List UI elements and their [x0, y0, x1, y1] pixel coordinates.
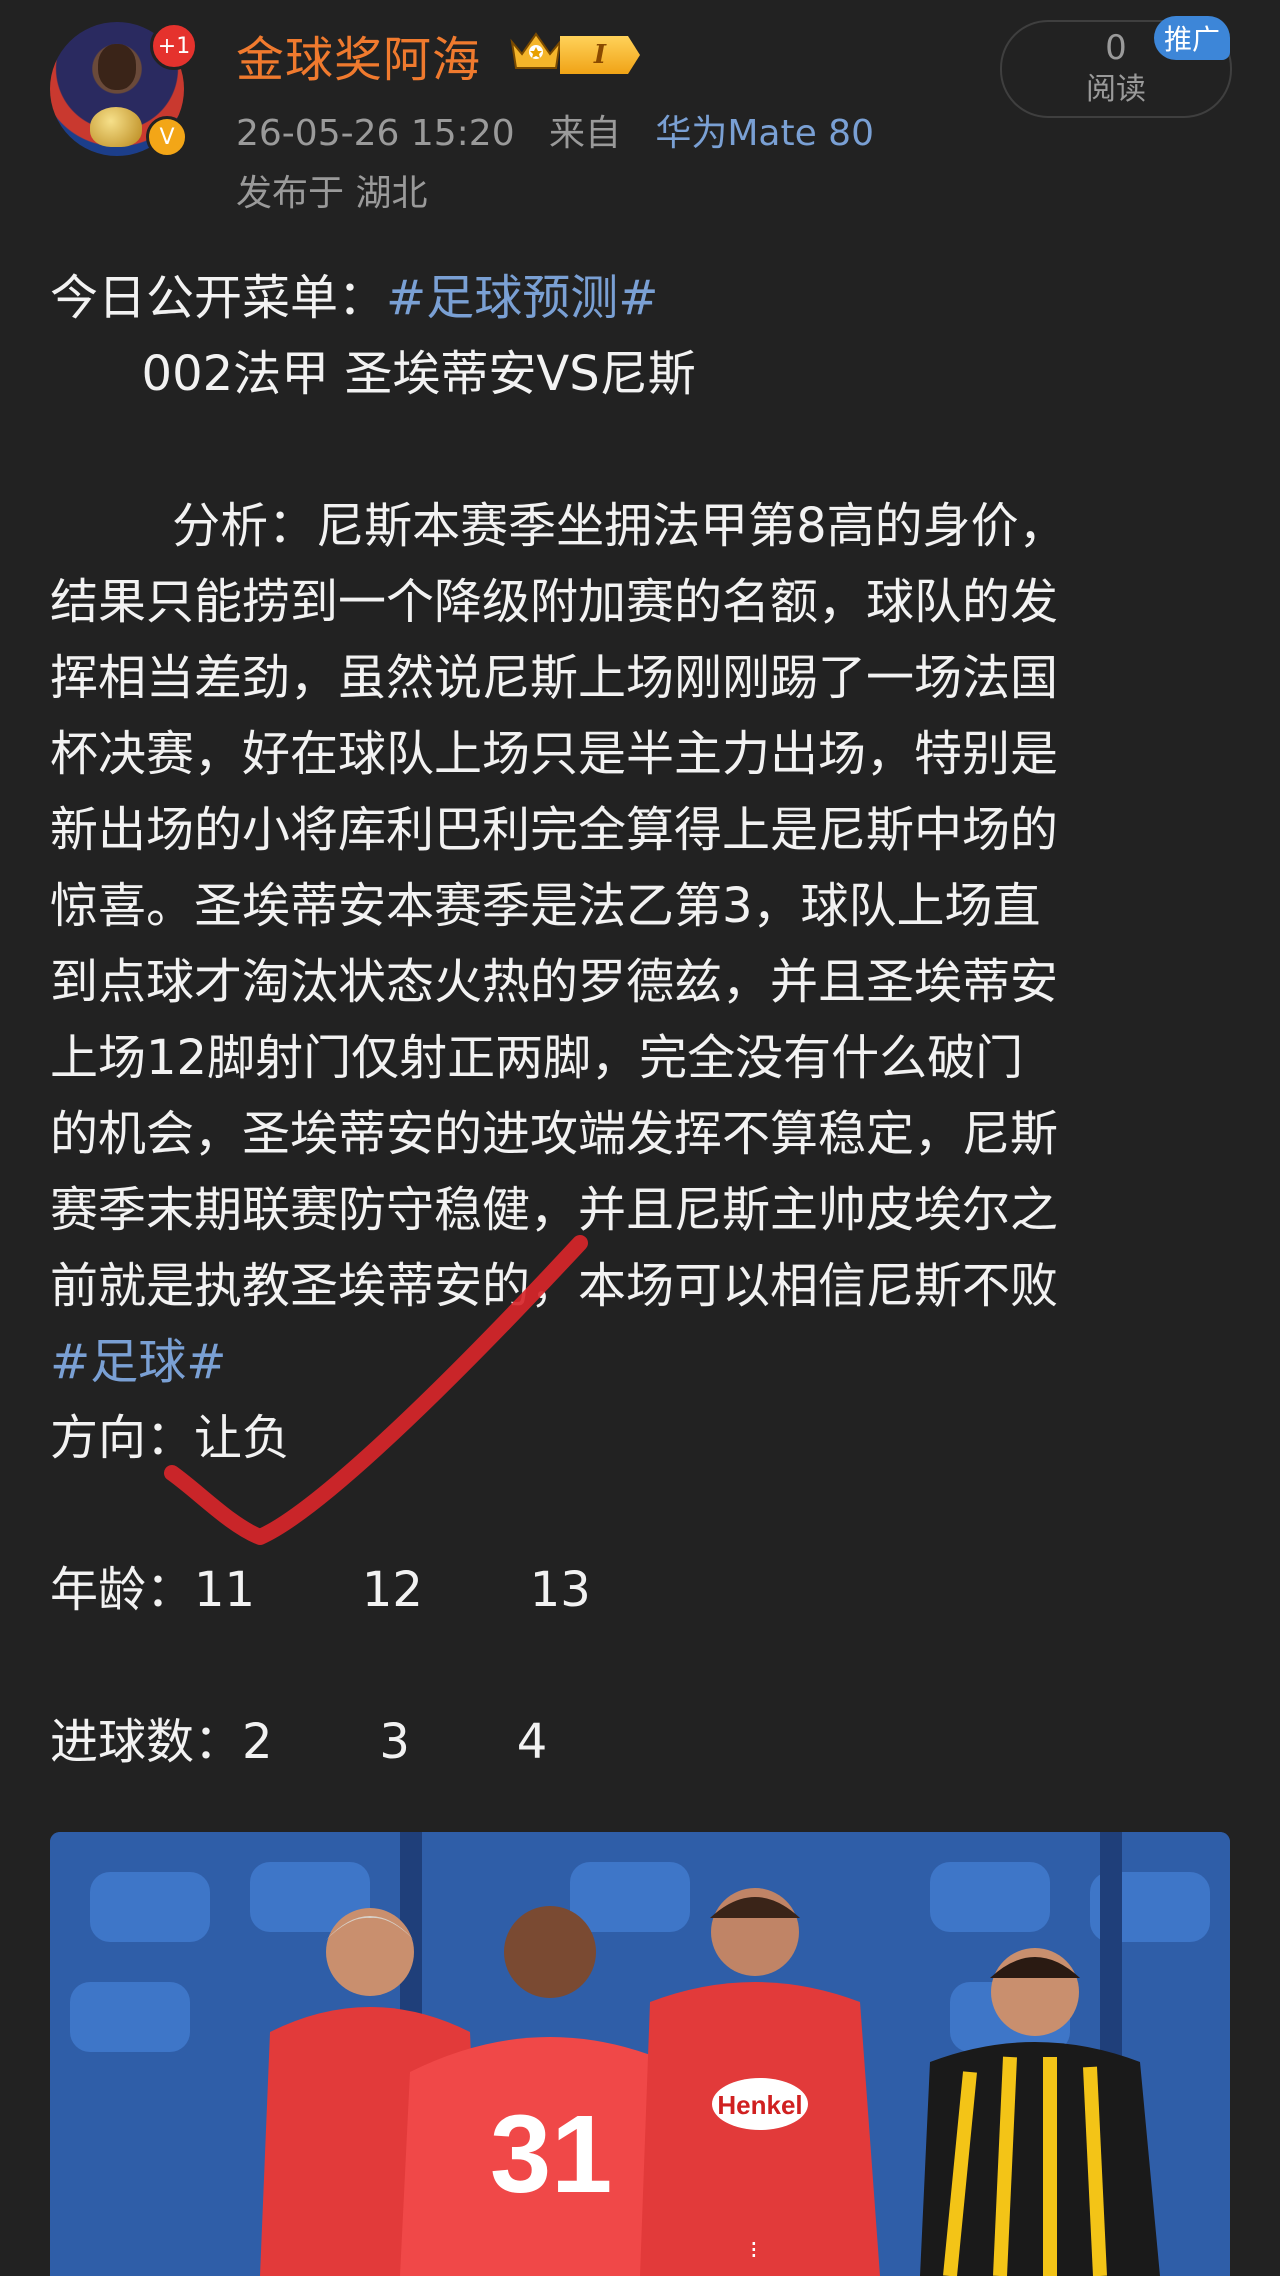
verified-icon: V: [146, 116, 188, 158]
read-label: 阅读: [1086, 72, 1146, 107]
analysis-line: 分析：尼斯本赛季坐拥法甲第8高的身价，: [50, 498, 1067, 554]
promo-tag[interactable]: 推广: [1154, 16, 1230, 60]
golden-ball-icon: [90, 107, 142, 147]
hashtag-football-prediction[interactable]: #足球预测#: [386, 270, 658, 326]
analysis-line: 前就是执教圣埃蒂安的，本场可以相信尼斯不败: [50, 1258, 1059, 1314]
analysis-line: 的机会，圣埃蒂安的进攻端发挥不算稳定，尼斯: [50, 1106, 1059, 1162]
goals-line: 进球数：2 3 4: [50, 1714, 548, 1770]
post-title-line: 今日公开菜单：#足球预测#: [50, 260, 1240, 336]
age-line: 年龄：11 12 13: [50, 1562, 591, 1618]
author-name[interactable]: 金球奖阿海: [236, 20, 481, 90]
analysis-line: 新出场的小将库利巴利完全算得上是尼斯中场的: [50, 802, 1059, 858]
analysis-line: 上场12脚射门仅射正两脚，完全没有什么破门: [50, 1030, 1024, 1086]
analysis-line: 挥相当差劲，虽然说尼斯上场刚刚踢了一场法国: [50, 650, 1059, 706]
via-label: 来自: [548, 113, 621, 154]
direction-line: 方向：让负: [50, 1410, 291, 1466]
match-line: 002法甲 圣埃蒂安VS尼斯: [50, 346, 696, 402]
analysis-line: 结果只能捞到一个降级附加赛的名额，球队的发: [50, 574, 1059, 630]
device-link[interactable]: 华为Mate 80: [655, 113, 874, 154]
hashtag-football[interactable]: #足球#: [50, 1324, 1240, 1400]
sponsor-logo: Henkel: [717, 2090, 802, 2120]
analysis-line: 惊喜。圣埃蒂安本赛季是法乙第3，球队上场直: [50, 878, 1041, 934]
analysis-line: 赛季末期联赛防守稳健，并且尼斯主帅皮埃尔之: [50, 1182, 1059, 1238]
jersey-number: 31: [490, 2093, 612, 2216]
level-badge: I: [560, 36, 640, 74]
crown-icon: [510, 32, 562, 69]
post-location: 发布于 湖北: [236, 173, 428, 214]
image-pager-icon: ⁝: [750, 2236, 758, 2264]
notification-badge: +1: [150, 22, 198, 70]
post-title-prefix: 今日公开菜单：: [50, 270, 387, 326]
football-players-illustration: 31 Henkel: [50, 1832, 1230, 2276]
avatar-face: [98, 44, 136, 90]
post-content: 今日公开菜单：#足球预测# 002法甲 圣埃蒂安VS尼斯 分析：尼斯本赛季坐拥法…: [50, 260, 1240, 1780]
post-timestamp: 26-05-26 15:20: [236, 113, 515, 154]
analysis-line: 杯决赛，好在球队上场只是半主力出场，特别是: [50, 726, 1059, 782]
post-meta: 26-05-26 15:20 来自 华为Mate 80: [236, 104, 874, 156]
analysis-line: 到点球才淘汰状态火热的罗德兹，并且圣埃蒂安: [50, 954, 1059, 1010]
post-image[interactable]: 31 Henkel: [50, 1832, 1230, 2276]
